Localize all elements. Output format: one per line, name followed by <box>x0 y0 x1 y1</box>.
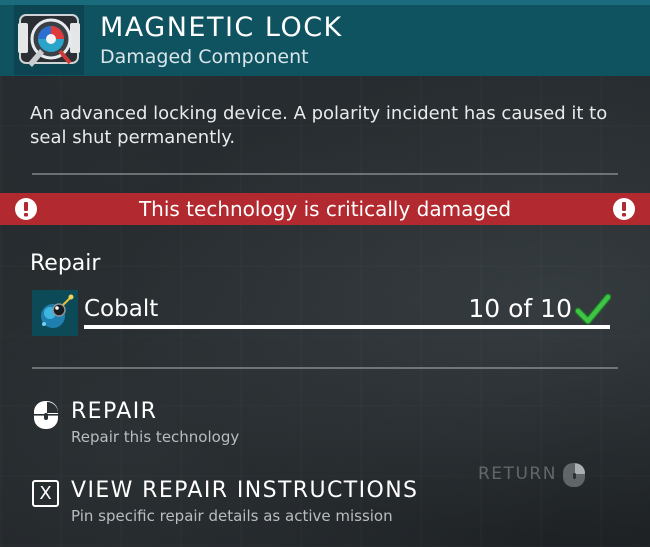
view-repair-instructions-action[interactable]: X VIEW REPAIR INSTRUCTIONS Pin specific … <box>30 478 450 528</box>
repair-button-description: Repair this technology <box>71 428 240 446</box>
item-title: MAGNETIC LOCK <box>100 12 343 43</box>
x-key-icon: X <box>32 480 59 507</box>
damage-warning-banner: This technology is critically damaged <box>0 193 650 225</box>
resource-progress-fill <box>84 325 610 329</box>
divider <box>32 173 618 175</box>
return-label[interactable]: RETURN <box>478 464 557 484</box>
checkmark-icon <box>575 293 611 325</box>
item-subtitle: Damaged Component <box>100 46 309 68</box>
header-accent-line <box>0 0 650 5</box>
repair-heading: Repair <box>30 251 101 276</box>
view-repair-instructions-label[interactable]: VIEW REPAIR INSTRUCTIONS <box>71 478 418 503</box>
item-header: MAGNETIC LOCK Damaged Component <box>0 0 650 76</box>
magnetic-lock-icon <box>14 5 84 75</box>
resource-name: Cobalt <box>84 296 159 322</box>
item-description: An advanced locking device. A polarity i… <box>30 103 608 148</box>
resource-progress-bar <box>84 325 610 329</box>
exclamation-circle-icon <box>613 198 635 220</box>
repair-button-label[interactable]: REPAIR <box>71 399 157 424</box>
view-repair-instructions-description: Pin specific repair details as active mi… <box>71 507 393 525</box>
mouse-left-click-icon <box>34 401 58 429</box>
resource-quantity: 10 of 10 <box>468 294 572 323</box>
cobalt-icon <box>32 290 78 336</box>
mouse-right-click-icon <box>563 463 585 487</box>
divider <box>32 367 618 369</box>
repair-action[interactable]: REPAIR Repair this technology <box>30 399 330 449</box>
warning-text: This technology is critically damaged <box>138 197 512 221</box>
